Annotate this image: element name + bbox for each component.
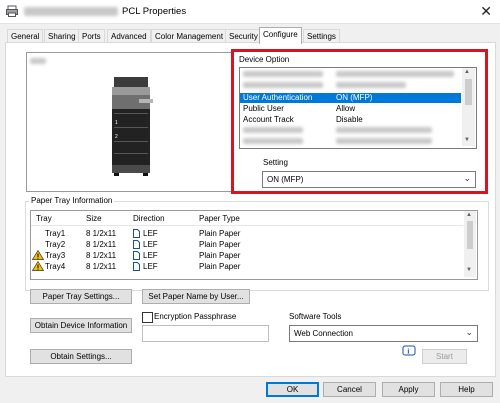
tab-sharing[interactable]: Sharing — [44, 29, 80, 43]
tray-name: Tray2 — [45, 240, 66, 249]
option-row-public-user[interactable]: Public User Allow — [240, 104, 461, 114]
option-key: User Authentication — [243, 93, 313, 102]
column-header-direction[interactable]: Direction — [133, 214, 165, 223]
info-icon: i — [402, 345, 416, 356]
redacted-model-name — [30, 58, 46, 64]
option-value: Disable — [336, 115, 363, 124]
encryption-passphrase-field[interactable] — [142, 325, 269, 342]
option-key: Account Track — [243, 115, 294, 124]
svg-text:1: 1 — [115, 120, 118, 126]
tab-configure[interactable]: Configure — [259, 27, 302, 44]
scroll-down-icon[interactable]: ▼ — [466, 267, 472, 273]
tray-size: 8 1/2x11 — [86, 251, 117, 260]
table-row[interactable]: Tray4 8 1/2x11 LEF Plain Paper — [31, 261, 463, 272]
tray-name: Tray1 — [45, 229, 66, 238]
option-value: Allow — [336, 104, 356, 113]
redacted-option-row — [243, 82, 323, 88]
software-tools-label: Software Tools — [289, 312, 342, 321]
scroll-down-icon[interactable]: ▼ — [464, 137, 470, 143]
warning-icon — [32, 261, 44, 271]
tab-ports[interactable]: Ports — [78, 29, 105, 43]
paper-direction-icon — [133, 262, 140, 271]
tab-general[interactable]: General — [7, 29, 44, 43]
tray-paper-type: Plain Paper — [199, 262, 241, 271]
start-button[interactable]: Start — [422, 349, 467, 364]
paper-direction-icon — [133, 229, 140, 238]
paper-tray-table[interactable]: Tray Size Direction Paper Type Tray1 8 1… — [30, 210, 478, 280]
setting-value: ON (MFP) — [267, 175, 304, 184]
tray-paper-type: Plain Paper — [199, 229, 241, 238]
warning-icon — [32, 250, 44, 260]
redacted-printer-name — [24, 7, 118, 16]
scroll-up-icon[interactable]: ▲ — [466, 212, 472, 218]
close-icon[interactable]: ✕ — [480, 3, 492, 19]
apply-button[interactable]: Apply — [382, 382, 435, 397]
printer-icon — [6, 5, 18, 17]
header-divider — [31, 225, 463, 226]
svg-text:2: 2 — [115, 134, 118, 140]
table-row[interactable]: Tray3 8 1/2x11 LEF Plain Paper — [31, 250, 463, 261]
chevron-down-icon: ⌄ — [463, 173, 471, 183]
obtain-device-information-button[interactable]: Obtain Device Information — [30, 318, 132, 333]
tray-size: 8 1/2x11 — [86, 240, 117, 249]
redacted-option-row — [336, 71, 454, 77]
scroll-up-icon[interactable]: ▲ — [464, 69, 470, 75]
paper-tray-title: Paper Tray Information — [29, 196, 115, 205]
printer-image: 1 2 — [112, 77, 153, 176]
software-tools-dropdown[interactable]: Web Connection ⌄ — [289, 325, 478, 342]
paper-direction-icon — [133, 251, 140, 260]
tray-direction: LEF — [143, 229, 158, 238]
tab-advanced[interactable]: Advanced — [107, 29, 151, 43]
option-row-account-track[interactable]: Account Track Disable — [240, 115, 461, 125]
encryption-passphrase-label: Encryption Passphrase — [154, 312, 237, 321]
window-title: PCL Properties — [122, 6, 187, 17]
tray-name: Tray3 — [45, 251, 66, 260]
device-option-list[interactable]: User Authentication ON (MFP) Public User… — [239, 67, 477, 149]
tray-direction: LEF — [143, 262, 158, 271]
scroll-thumb[interactable] — [465, 79, 472, 105]
tray-name: Tray4 — [45, 262, 66, 271]
tray-size: 8 1/2x11 — [86, 229, 117, 238]
tray-direction: LEF — [143, 240, 158, 249]
column-header-paper-type[interactable]: Paper Type — [199, 214, 240, 223]
redacted-option-row — [243, 138, 303, 144]
encryption-passphrase-checkbox[interactable] — [142, 312, 153, 323]
tray-paper-type: Plain Paper — [199, 251, 241, 260]
tab-security[interactable]: Security — [225, 29, 262, 43]
set-paper-name-button[interactable]: Set Paper Name by User... — [142, 289, 250, 304]
scroll-thumb[interactable] — [467, 221, 473, 249]
paper-direction-icon — [133, 240, 140, 249]
svg-text:i: i — [407, 348, 409, 356]
redacted-option-row — [336, 82, 406, 88]
device-option-scrollbar[interactable]: ▲ ▼ — [462, 68, 475, 146]
setting-dropdown[interactable]: ON (MFP) ⌄ — [262, 171, 476, 188]
cancel-button[interactable]: Cancel — [323, 382, 376, 397]
obtain-settings-button[interactable]: Obtain Settings... — [30, 349, 132, 364]
chevron-down-icon: ⌄ — [465, 327, 473, 337]
ok-button[interactable]: OK — [266, 382, 319, 397]
option-value: ON (MFP) — [336, 93, 373, 102]
option-row-user-authentication[interactable]: User Authentication ON (MFP) — [240, 93, 461, 103]
tab-settings[interactable]: Settings — [303, 29, 340, 43]
column-header-tray[interactable]: Tray — [36, 214, 52, 223]
redacted-option-row — [243, 71, 323, 77]
tray-paper-type: Plain Paper — [199, 240, 241, 249]
redacted-option-row — [336, 138, 432, 144]
device-preview: 1 2 — [26, 52, 232, 192]
device-option-label: Device Option — [239, 55, 290, 64]
paper-tray-settings-button[interactable]: Paper Tray Settings... — [30, 289, 132, 304]
tab-color-management[interactable]: Color Management — [151, 29, 228, 43]
redacted-option-row — [243, 127, 303, 133]
redacted-option-row — [336, 127, 432, 133]
setting-label: Setting — [263, 158, 288, 167]
help-button[interactable]: Help — [440, 382, 493, 397]
table-row[interactable]: Tray1 8 1/2x11 LEF Plain Paper — [31, 228, 463, 239]
paper-tray-scrollbar[interactable]: ▲ ▼ — [464, 211, 476, 277]
option-key: Public User — [243, 104, 284, 113]
tray-direction: LEF — [143, 251, 158, 260]
table-row[interactable]: Tray2 8 1/2x11 LEF Plain Paper — [31, 239, 463, 250]
software-tools-value: Web Connection — [294, 329, 353, 338]
tray-size: 8 1/2x11 — [86, 262, 117, 271]
column-header-size[interactable]: Size — [86, 214, 102, 223]
